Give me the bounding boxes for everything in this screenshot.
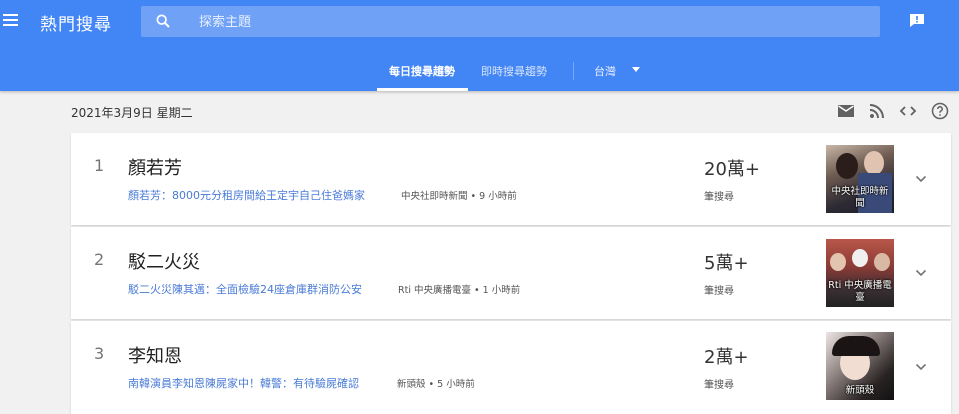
- news-thumbnail[interactable]: 中央社即時新 聞: [826, 145, 894, 213]
- trend-source: Rti 中央廣播電臺 • 1 小時前: [398, 285, 521, 296]
- trend-rank: 1: [94, 156, 105, 175]
- search-count: 5萬+: [704, 253, 749, 274]
- search-count: 20萬+: [704, 159, 760, 180]
- search-count-label: 筆搜尋: [704, 286, 734, 297]
- expand-chevron-icon[interactable]: [915, 269, 927, 277]
- trend-card[interactable]: 1 顏若芳 顏若芳：8000元分租房間給王定宇自己住爸媽家 中央社即時新聞 • …: [71, 133, 951, 225]
- search-icon[interactable]: [155, 13, 171, 29]
- tab-daily-trends[interactable]: 每日搜尋趨勢: [389, 63, 455, 79]
- trend-rank: 3: [94, 344, 105, 363]
- search-input[interactable]: [197, 12, 841, 33]
- trend-title[interactable]: 顏若芳: [128, 154, 182, 180]
- active-tab-indicator: [377, 88, 468, 91]
- tab-bar: 每日搜尋趨勢 即時搜尋趨勢 台灣: [0, 56, 959, 91]
- caret-down-icon[interactable]: [632, 67, 640, 72]
- news-thumbnail[interactable]: Rti 中央廣播電 臺: [826, 239, 894, 307]
- app-title[interactable]: 熱門搜尋: [40, 10, 112, 35]
- trend-headline-link[interactable]: 南韓演員李知恩陳屍家中！韓警：有待驗屍確認: [128, 375, 359, 391]
- email-icon[interactable]: [837, 102, 855, 120]
- search-bar[interactable]: [141, 6, 880, 37]
- trend-title[interactable]: 李知恩: [128, 342, 182, 368]
- embed-code-icon[interactable]: [899, 102, 917, 120]
- expand-chevron-icon[interactable]: [915, 175, 927, 183]
- trend-source: 新頭殼 • 5 小時前: [397, 379, 475, 390]
- app-header: 熱門搜尋 每日搜尋趨勢 即時搜尋趨勢 台灣: [0, 0, 959, 91]
- search-count-label: 筆搜尋: [704, 192, 734, 203]
- trend-headline-link[interactable]: 駁二火災陳其邁：全面檢驗24座倉庫群消防公安: [128, 281, 362, 297]
- thumbnail-caption: 中央社即時新 聞: [831, 186, 889, 209]
- tab-divider: [573, 62, 574, 80]
- trend-rank: 2: [94, 250, 105, 269]
- feedback-icon[interactable]: [909, 13, 925, 28]
- rss-icon[interactable]: [868, 102, 886, 120]
- search-count: 2萬+: [704, 347, 749, 368]
- search-count-label: 筆搜尋: [704, 380, 734, 391]
- tab-realtime-trends[interactable]: 即時搜尋趨勢: [481, 63, 547, 79]
- region-select[interactable]: 台灣: [594, 63, 616, 79]
- trend-headline-link[interactable]: 顏若芳：8000元分租房間給王定宇自己住爸媽家: [128, 187, 365, 203]
- trend-source: 中央社即時新聞 • 9 小時前: [401, 191, 517, 202]
- trend-card[interactable]: 2 駁二火災 駁二火災陳其邁：全面檢驗24座倉庫群消防公安 Rti 中央廣播電臺…: [71, 227, 951, 319]
- help-icon[interactable]: [931, 102, 949, 120]
- thumbnail-caption: Rti 中央廣播電 臺: [828, 280, 892, 303]
- trend-date: 2021年3月9日 星期二: [71, 106, 193, 120]
- trend-card[interactable]: 3 李知恩 南韓演員李知恩陳屍家中！韓警：有待驗屍確認 新頭殼 • 5 小時前 …: [71, 321, 951, 414]
- trend-title[interactable]: 駁二火災: [128, 248, 200, 274]
- news-thumbnail[interactable]: 新頭殼: [826, 332, 894, 400]
- menu-icon[interactable]: [3, 14, 18, 27]
- thumbnail-caption: 新頭殼: [845, 385, 875, 396]
- expand-chevron-icon[interactable]: [915, 363, 927, 371]
